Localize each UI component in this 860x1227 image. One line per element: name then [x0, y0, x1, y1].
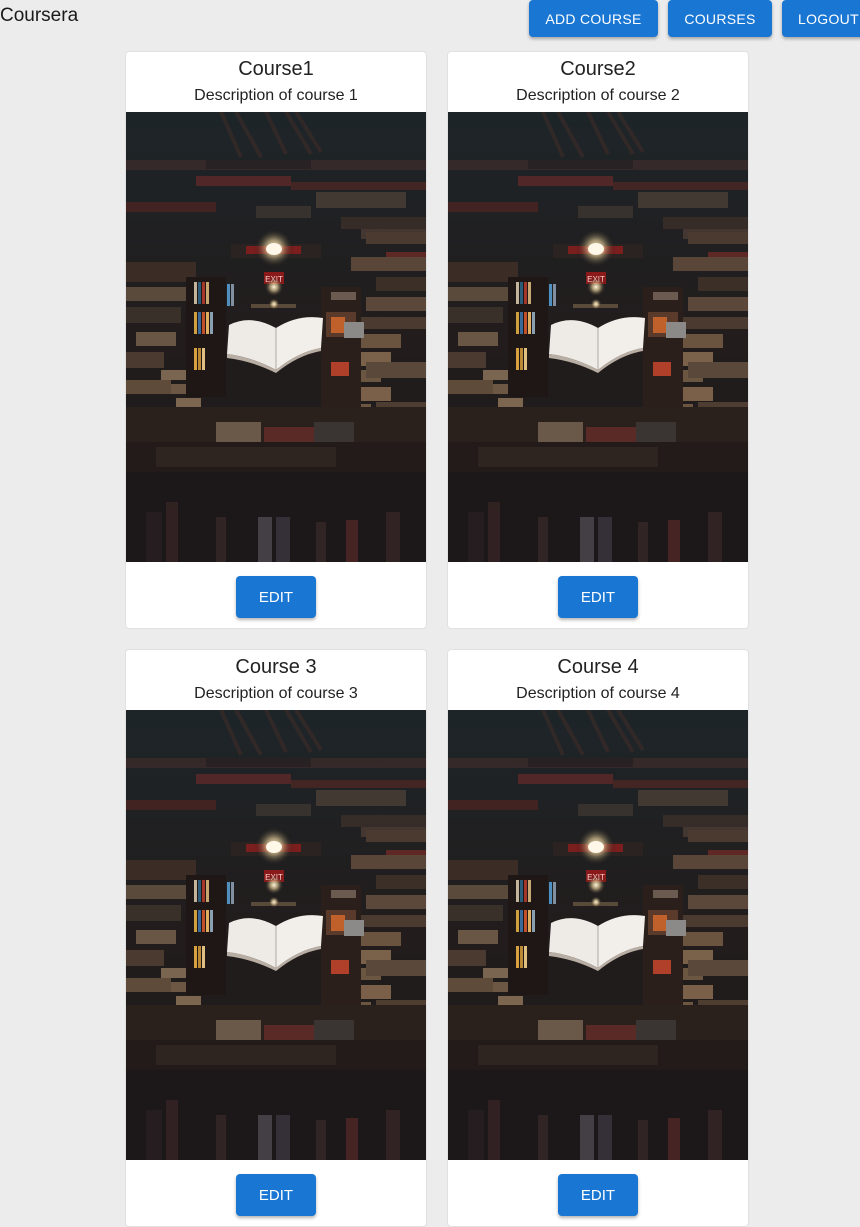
courses-button[interactable]: COURSES — [668, 0, 772, 37]
course-image: EXIT — [448, 710, 748, 1160]
course-card: Course 4 Description of course 4 EDIT — [447, 649, 749, 1227]
card-actions: EDIT — [448, 562, 748, 628]
brand-title: Coursera — [0, 5, 79, 26]
course-title: Course1 — [238, 58, 314, 80]
course-card: Course2 Description of course 2 EDIT — [447, 51, 749, 629]
course-description: Description of course 2 — [516, 87, 680, 104]
edit-course-button[interactable]: EDIT — [558, 576, 638, 618]
course-image: EXIT — [126, 710, 426, 1160]
course-card: Course 3 Description of course 3 EDIT — [125, 649, 427, 1227]
edit-course-button[interactable]: EDIT — [236, 1174, 316, 1216]
card-actions: EDIT — [126, 562, 426, 628]
course-title: Course 3 — [235, 656, 317, 678]
card-actions: EDIT — [126, 1160, 426, 1226]
course-card: Course1 Description of course 1 EDIT — [125, 51, 427, 629]
course-image: EXIT — [448, 112, 748, 562]
edit-course-button[interactable]: EDIT — [558, 1174, 638, 1216]
add-course-button[interactable]: ADD COURSE — [529, 0, 658, 37]
course-title: Course 4 — [557, 656, 639, 678]
course-image: EXIT — [126, 112, 426, 562]
course-description: Description of course 1 — [194, 87, 358, 104]
logout-button[interactable]: LOGOUT — [782, 0, 860, 37]
edit-course-button[interactable]: EDIT — [236, 576, 316, 618]
course-description: Description of course 3 — [194, 685, 358, 702]
course-title: Course2 — [560, 58, 636, 80]
card-actions: EDIT — [448, 1160, 748, 1226]
course-description: Description of course 4 — [516, 685, 680, 702]
